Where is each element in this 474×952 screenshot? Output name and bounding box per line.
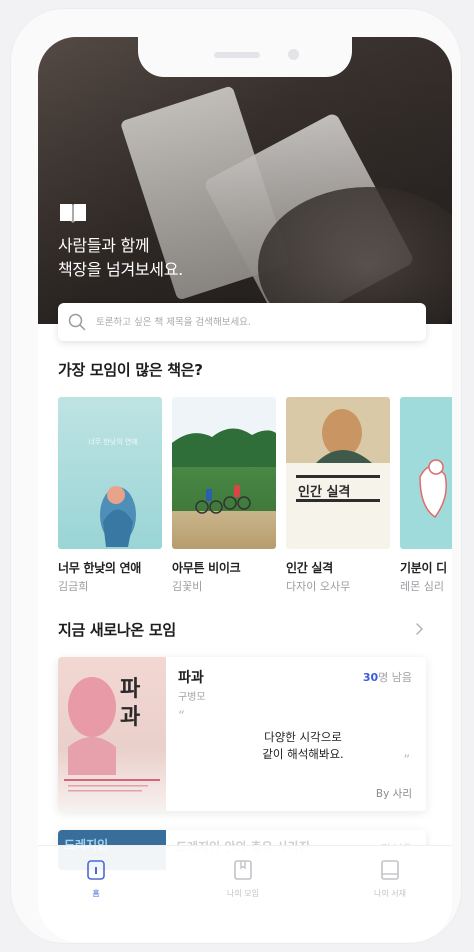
hero-headline: 사람들과 함께 책장을 넘겨보세요.: [58, 234, 183, 282]
hero-line-1: 사람들과 함께: [58, 236, 150, 255]
tab-label: 홈: [92, 889, 100, 898]
quote-open-icon: “: [178, 709, 185, 724]
remaining-suffix: 명 남음: [378, 671, 412, 684]
meeting-book-cover: 파과: [58, 657, 166, 811]
book-item[interactable]: 기분이 디 레몬 심리: [400, 397, 452, 594]
tab-my-meetings[interactable]: 나의 모임: [193, 858, 293, 899]
cover-art-figure: [100, 486, 136, 547]
meeting-card[interactable]: 파과 파과 구병모 30명 남음 “ 다양한 시각으로 같이 해석해봐요. ” …: [58, 657, 426, 811]
book-item[interactable]: 인간 실격 인간 실격 다자이 오사무: [286, 397, 390, 594]
meeting-book-title: 파과: [178, 670, 204, 686]
book-title: 아무튼 비이크: [172, 561, 241, 575]
search-input[interactable]: [94, 315, 398, 329]
popular-books-title: 가장 모임이 많은 책은?: [58, 361, 203, 379]
cover-art-figure: [419, 459, 447, 519]
hero-line-2: 책장을 넘겨보세요.: [58, 260, 183, 279]
meeting-book-cover-title: 파과: [120, 676, 141, 730]
popular-books-list[interactable]: 너무 한낮의 연애 너무 한낮의 연애 김금희 아무튼 비이크 김꽃비 인간 실…: [58, 397, 452, 597]
book-icon: [381, 860, 399, 880]
book-cover[interactable]: 인간 실격: [286, 397, 390, 549]
book-cover[interactable]: 너무 한낮의 연애: [58, 397, 162, 549]
home-icon: [87, 860, 105, 880]
hero-banner: 사람들과 함께 책장을 넘겨보세요.: [38, 37, 452, 324]
search-icon: [68, 313, 86, 331]
book-cover[interactable]: [172, 397, 276, 549]
book-author: 김금희: [58, 580, 89, 593]
bookmark-icon: [234, 860, 252, 880]
book-item[interactable]: 아무튼 비이크 김꽃비: [172, 397, 276, 594]
cover-art-statue: [64, 677, 160, 792]
new-meetings-title: 지금 새로나온 모임: [58, 621, 176, 639]
chevron-right-icon[interactable]: [412, 622, 426, 636]
tab-my-library[interactable]: 나의 서재: [340, 858, 440, 899]
device-notch: [138, 37, 352, 77]
remaining-seats: 30명 남음: [363, 669, 412, 685]
app-screen: 사람들과 함께 책장을 넘겨보세요. 가장 모임이 많은 책은? 너무 한낮의 …: [38, 37, 452, 942]
meeting-description: 다양한 시각으로 같이 해석해봐요.: [208, 729, 398, 763]
meeting-description-line-1: 다양한 시각으로: [264, 730, 342, 744]
book-author: 다자이 오사무: [286, 580, 351, 593]
book-cover[interactable]: [400, 397, 452, 549]
bottom-tab-bar: 홈 나의 모임 나의 서재: [38, 845, 452, 942]
book-author: 레몬 심리: [400, 580, 444, 593]
cover-art-bikes: [172, 428, 276, 514]
book-author: 김꽃비: [172, 580, 203, 593]
tab-label: 나의 서재: [374, 889, 406, 898]
tab-home[interactable]: 홈: [46, 858, 146, 899]
meeting-book-author: 구병모: [178, 692, 206, 703]
book-title: 인간 실격: [286, 561, 333, 575]
book-title: 기분이 디: [400, 561, 447, 575]
book-title: 너무 한낮의 연애: [58, 561, 141, 575]
cover-art-portrait: [286, 397, 390, 502]
meeting-host: By 사리: [375, 788, 412, 800]
book-cover-text: 인간 실격: [298, 485, 351, 500]
remaining-count: 30: [362, 671, 379, 684]
meeting-description-line-2: 같이 해석해봐요.: [262, 747, 344, 761]
quote-close-icon: ”: [403, 753, 410, 768]
tab-label: 나의 모임: [227, 889, 259, 898]
open-book-icon: [60, 204, 86, 223]
search-bar[interactable]: [58, 303, 426, 341]
book-item[interactable]: 너무 한낮의 연애 너무 한낮의 연애 김금희: [58, 397, 162, 594]
phone-frame: 사람들과 함께 책장을 넘겨보세요. 가장 모임이 많은 책은? 너무 한낮의 …: [10, 8, 462, 944]
